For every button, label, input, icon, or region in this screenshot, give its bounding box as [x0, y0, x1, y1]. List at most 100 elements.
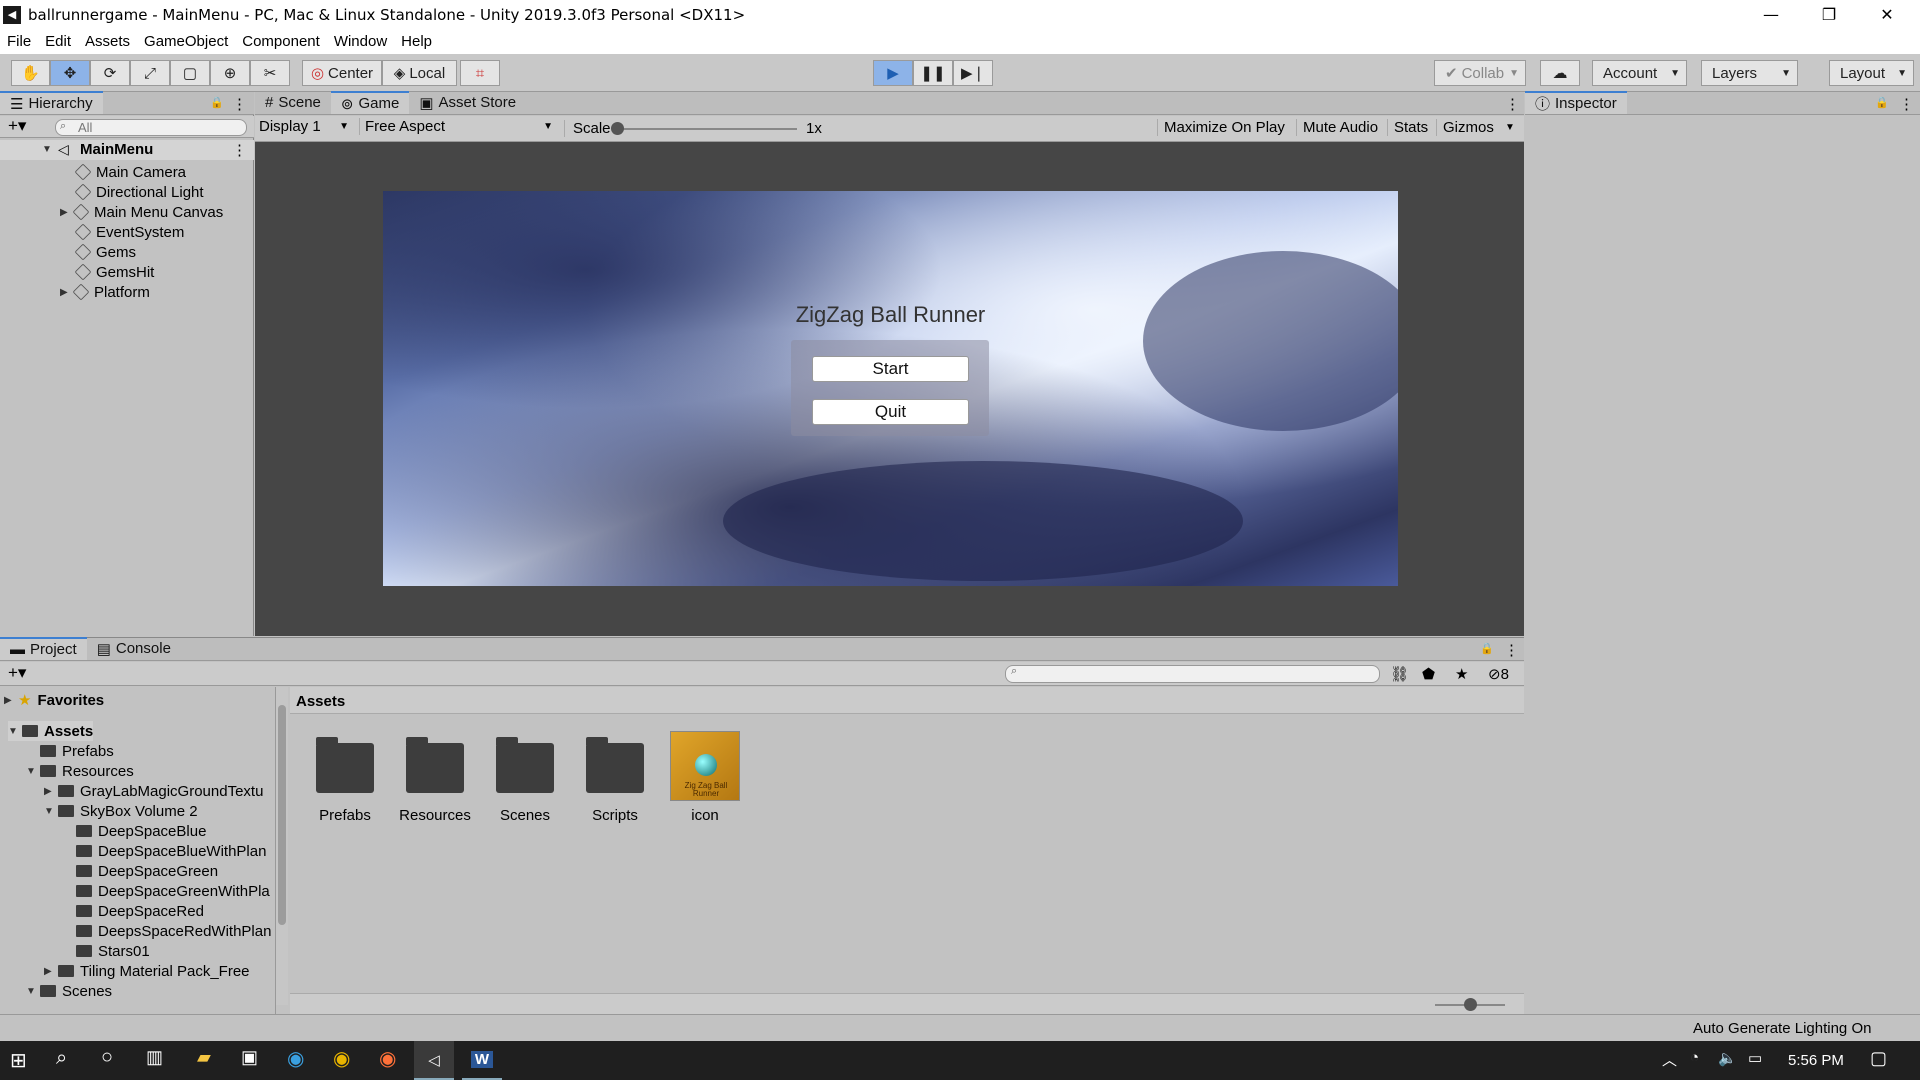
file-explorer-icon[interactable]: ▰ [197, 1047, 211, 1068]
notifications-icon[interactable]: ▢ [1870, 1048, 1887, 1069]
menu-assets[interactable]: Assets [78, 33, 137, 50]
project-tree-item[interactable]: Prefabs [26, 741, 114, 761]
tab-asset-store[interactable]: ▣ Asset Store [409, 91, 526, 114]
menu-edit[interactable]: Edit [38, 33, 78, 50]
play-button[interactable]: ▶ [873, 60, 913, 86]
project-tree-item[interactable]: DeepSpaceBlueWithPlan [62, 841, 266, 861]
display-dropdown[interactable]: Display 1 ▼ [259, 118, 353, 135]
lock-icon[interactable]: 🔒 [1480, 642, 1494, 655]
menu-file[interactable]: File [0, 33, 38, 50]
expand-arrow-icon[interactable]: ▼ [26, 986, 40, 997]
project-tree-item[interactable]: ▼ Resources [26, 761, 134, 781]
project-tree-item[interactable]: Stars01 [62, 941, 150, 961]
tab-project[interactable]: ▬ Project [0, 637, 87, 660]
hierarchy-item[interactable]: Directional Light [74, 182, 204, 202]
panel-menu-icon[interactable]: ⋮ [1899, 95, 1914, 113]
word-app-icon[interactable]: W [462, 1041, 502, 1080]
scene-row[interactable]: ▼ ◁ MainMenu ⋮ [0, 140, 254, 160]
scene-menu-icon[interactable]: ⋮ [232, 141, 247, 159]
project-tree-item[interactable]: DeepSpaceRed [62, 901, 204, 921]
menu-component[interactable]: Component [235, 33, 327, 50]
expand-arrow-icon[interactable]: ▼ [44, 806, 58, 817]
transform-tool-icon[interactable]: ⊕ [210, 60, 250, 86]
hierarchy-item[interactable]: Main Camera [74, 162, 186, 182]
minimize-button[interactable]: — [1742, 0, 1800, 29]
asset-item[interactable]: Resources [398, 731, 472, 827]
layout-dropdown[interactable]: Layout ▼ [1829, 60, 1914, 86]
panel-menu-icon[interactable]: ⋮ [232, 95, 247, 113]
filter-by-label-icon[interactable]: ⬟ [1422, 665, 1435, 683]
cloud-icon[interactable]: ☁ [1540, 60, 1580, 86]
favorite-star-icon[interactable]: ★ [1455, 665, 1468, 683]
gizmos-toggle[interactable]: Gizmos [1436, 119, 1494, 136]
scale-slider-handle[interactable] [611, 122, 624, 135]
project-tree-item[interactable]: DeepSpaceGreenWithPla [62, 881, 270, 901]
project-tree-item[interactable]: DeepSpaceGreen [62, 861, 218, 881]
move-tool-icon[interactable]: ✥ [50, 60, 90, 86]
scale-slider-track[interactable] [617, 128, 797, 130]
cortana-icon[interactable]: ○ [101, 1046, 113, 1069]
tab-console[interactable]: ▤ Console [87, 637, 181, 660]
rect-tool-icon[interactable]: ▢ [170, 60, 210, 86]
asset-item[interactable]: Zig Zag Ball Runner icon [668, 731, 742, 827]
aspect-dropdown[interactable]: Free Aspect ▼ [359, 118, 557, 135]
show-hidden-icons-icon[interactable]: ︿ [1662, 1049, 1677, 1070]
hierarchy-item[interactable]: EventSystem [74, 222, 184, 242]
step-button[interactable]: ▶❘ [953, 60, 993, 86]
hidden-packages-icon[interactable]: ⊘8 [1488, 665, 1509, 683]
restore-button[interactable]: ❐ [1800, 0, 1858, 29]
expand-arrow-icon[interactable]: ▼ [42, 144, 56, 155]
project-tree-item[interactable]: ▶ Tiling Material Pack_Free [44, 961, 250, 981]
hierarchy-item[interactable]: ▶ Main Menu Canvas [60, 202, 223, 222]
project-tree-item[interactable]: ▶ GrayLabMagicGroundTextu [44, 781, 263, 801]
expand-arrow-icon[interactable]: ▶ [4, 695, 18, 706]
chevron-down-icon[interactable]: ▼ [1505, 122, 1515, 133]
expand-arrow-icon[interactable]: ▼ [26, 766, 40, 777]
tree-scrollbar-thumb[interactable] [278, 705, 286, 925]
panel-menu-icon[interactable]: ⋮ [1504, 641, 1519, 659]
chrome-browser-icon[interactable]: ◉ [333, 1046, 350, 1071]
firefox-browser-icon[interactable]: ◉ [379, 1046, 396, 1071]
windows-start-icon[interactable]: ⊞ [10, 1048, 27, 1073]
asset-item[interactable]: Scenes [488, 731, 562, 827]
volume-icon[interactable]: 🔈 [1718, 1049, 1737, 1067]
layers-dropdown[interactable]: Layers ▼ [1701, 60, 1798, 86]
favorites-row[interactable]: ▶ ★ Favorites [4, 690, 104, 710]
lock-icon[interactable]: 🔒 [210, 96, 224, 109]
search-icon[interactable]: ⌕ [56, 1047, 67, 1070]
lock-icon[interactable]: 🔒 [1875, 96, 1889, 109]
quit-button[interactable]: Quit [812, 399, 969, 425]
store-icon[interactable]: ▣ [241, 1047, 258, 1068]
project-tree-item[interactable]: ▼ SkyBox Volume 2 [44, 801, 198, 821]
panel-menu-icon[interactable]: ⋮ [1505, 95, 1520, 113]
expand-arrow-icon[interactable]: ▶ [44, 786, 58, 797]
menu-gameobject[interactable]: GameObject [137, 33, 235, 50]
tab-game[interactable]: ⊚ Game [330, 91, 410, 114]
rotate-tool-icon[interactable]: ⟳ [90, 60, 130, 86]
asset-item[interactable]: Prefabs [308, 731, 382, 827]
project-tree-item[interactable]: ▼ Assets [8, 721, 94, 741]
menu-window[interactable]: Window [327, 33, 394, 50]
hierarchy-search-input[interactable]: All [55, 119, 247, 136]
tree-scrollbar[interactable] [276, 687, 288, 1005]
pivot-center-toggle[interactable]: ◎ Center [302, 60, 382, 86]
mute-audio-toggle[interactable]: Mute Audio [1296, 119, 1378, 136]
task-view-icon[interactable]: ▥ [146, 1047, 163, 1068]
tab-hierarchy[interactable]: ☰ Hierarchy [0, 91, 103, 114]
scale-tool-icon[interactable]: ⤢ [130, 60, 170, 86]
filter-by-type-icon[interactable]: ⛓ [1390, 665, 1409, 683]
hand-tool-icon[interactable]: ✋ [11, 60, 50, 86]
tab-inspector[interactable]: ⓘ Inspector [1525, 91, 1627, 114]
expand-arrow-icon[interactable]: ▼ [8, 726, 22, 737]
expand-arrow-icon[interactable]: ▶ [44, 966, 58, 977]
snap-grid-icon[interactable]: ⌗ [460, 60, 500, 86]
icon-size-slider-handle[interactable] [1464, 998, 1477, 1011]
clock-time[interactable]: 5:56 PM [1788, 1052, 1844, 1069]
pivot-local-toggle[interactable]: ◈ Local [382, 60, 457, 86]
custom-tool-icon[interactable]: ✂ [250, 60, 290, 86]
collab-dropdown[interactable]: ✔ Collab ▼ [1434, 60, 1526, 86]
battery-icon[interactable]: ▭ [1748, 1049, 1762, 1067]
project-tree-item[interactable]: ▼ Scenes [26, 981, 112, 1001]
project-tree-item[interactable]: DeepsSpaceRedWithPlan [62, 921, 271, 941]
hierarchy-item[interactable]: GemsHit [74, 262, 154, 282]
